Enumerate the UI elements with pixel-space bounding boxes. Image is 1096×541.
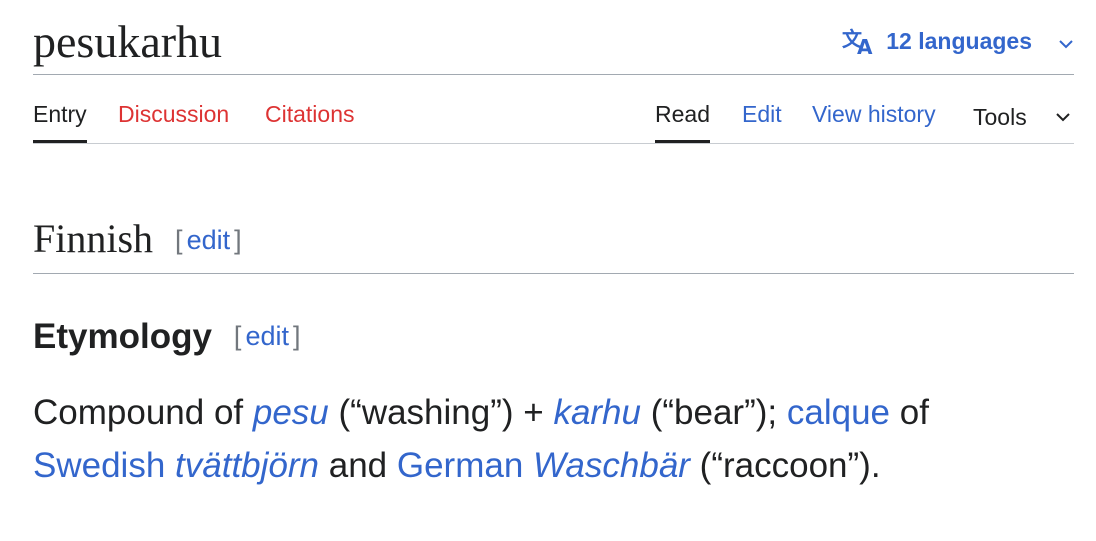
text: (“bear”); [641,393,787,432]
language-label: 12 languages [886,27,1032,54]
link-tvattbjorn[interactable]: tvättbjörn [175,446,319,485]
edit-section: [edit] [175,225,242,255]
tab-entry[interactable]: Entry [33,100,87,143]
link-waschbar[interactable]: Waschbär [533,446,690,485]
tabs-divider [33,143,1074,144]
edit-section: [edit] [234,321,301,351]
link-calque[interactable]: calque [787,393,890,432]
title-divider [33,74,1074,75]
translate-icon: 文 A [842,26,876,56]
link-pesu[interactable]: pesu [253,393,329,432]
tools-label: Tools [973,104,1027,130]
bracket-close: ] [292,321,301,351]
text [523,446,533,485]
text: of [890,393,929,432]
chevron-down-icon [1058,28,1074,55]
tab-tools[interactable]: Tools [973,100,1071,131]
tab-view-history[interactable]: View history [812,100,936,128]
heading-text: Finnish [33,216,154,261]
edit-link[interactable]: edit [187,225,231,255]
tab-citations[interactable]: Citations [265,100,354,128]
text: and [319,446,397,485]
link-swedish[interactable]: Swedish [33,446,165,485]
text: (“raccoon”). [689,446,881,485]
edit-link[interactable]: edit [245,321,289,351]
tab-discussion[interactable]: Discussion [118,100,229,128]
text: (“washing”) + [328,393,554,432]
tab-edit[interactable]: Edit [742,100,782,128]
page-title: pesukarhu [33,16,223,67]
section-heading-finnish: Finnish [edit] [33,214,242,265]
bracket-open: [ [233,321,242,351]
bracket-close: ] [234,225,242,255]
etymology-paragraph: Compound of pesu (“washing”) + karhu (“b… [33,386,1073,492]
link-german[interactable]: German [397,446,523,485]
tab-read[interactable]: Read [655,100,710,143]
text: Compound of [33,393,253,432]
section-heading-etymology: Etymology [edit] [33,314,301,359]
heading-divider [33,273,1074,274]
bracket-open: [ [175,225,183,255]
chevron-down-icon [1055,100,1071,128]
page-tabs: Entry Discussion Citations Read Edit Vie… [33,90,1074,144]
text [165,446,175,485]
heading-text: Etymology [33,317,212,356]
link-karhu[interactable]: karhu [553,393,641,432]
title-row: pesukarhu 文 A 12 languages [33,14,1074,74]
language-button[interactable]: 文 A 12 languages [842,26,1074,56]
svg-text:A: A [857,35,873,56]
